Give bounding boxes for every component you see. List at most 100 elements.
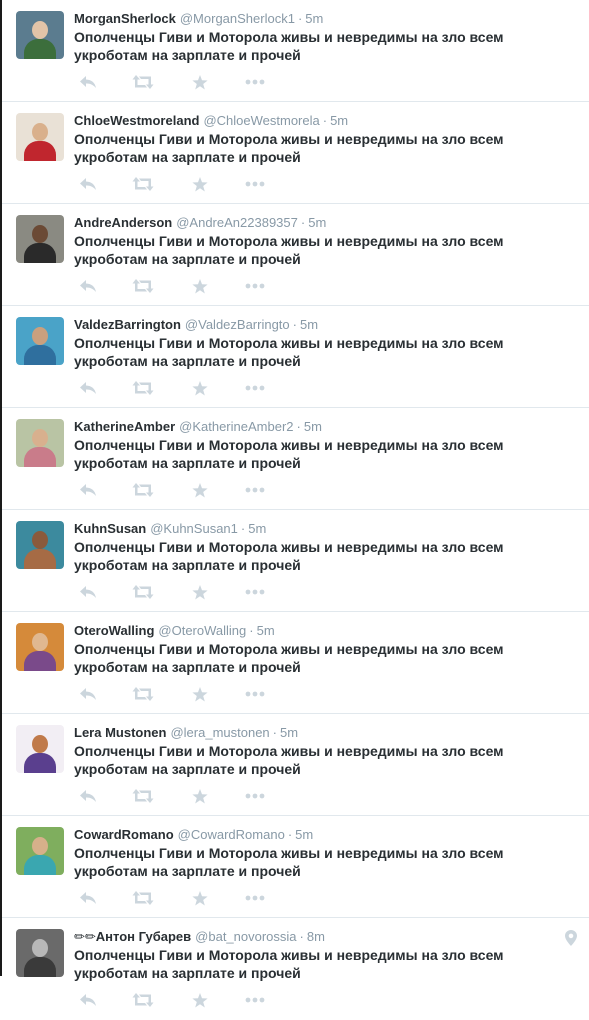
tweet-fullname[interactable]: Lera Mustonen — [74, 725, 166, 740]
favorite-star-icon[interactable] — [189, 888, 211, 908]
avatar[interactable] — [16, 623, 64, 671]
tweet-item[interactable]: KatherineAmber @KatherineAmber2 · 5m Ополче… — [2, 408, 589, 510]
avatar[interactable] — [16, 521, 64, 569]
tweet-fullname[interactable]: ValdezBarrington — [74, 317, 181, 332]
tweet-fullname[interactable]: ChloeWestmoreland — [74, 113, 199, 128]
reply-icon[interactable] — [77, 276, 99, 296]
more-options-icon[interactable] — [244, 72, 266, 92]
tweet-header: Lera Mustonen @lera_mustonen · 5m — [74, 724, 569, 741]
avatar[interactable] — [16, 827, 64, 875]
favorite-star-icon[interactable] — [189, 480, 211, 500]
tweet-username[interactable]: @KatherineAmber2 — [179, 419, 293, 434]
reply-icon[interactable] — [77, 786, 99, 806]
tweet-username[interactable]: @ValdezBarringto — [185, 317, 290, 332]
favorite-star-icon[interactable] — [189, 684, 211, 704]
avatar[interactable] — [16, 419, 64, 467]
map-pin-icon[interactable] — [565, 930, 577, 951]
tweet-username[interactable]: @KuhnSusan1 — [150, 521, 238, 536]
reply-icon[interactable] — [77, 480, 99, 500]
tweet-item[interactable]: CowardRomano @CowardRomano · 5m Ополченцы Г… — [2, 816, 589, 918]
reply-icon[interactable] — [77, 684, 99, 704]
tweet-timestamp[interactable]: 5m — [257, 623, 275, 638]
tweet-username[interactable]: @CowardRomano — [178, 827, 285, 842]
tweet-fullname[interactable]: KatherineAmber — [74, 419, 175, 434]
avatar[interactable] — [16, 929, 64, 977]
tweet-item[interactable]: KuhnSusan @KuhnSusan1 · 5m Ополченцы Гиви и… — [2, 510, 589, 612]
tweet-username[interactable]: @MorganSherlock1 — [180, 11, 295, 26]
tweet-timestamp[interactable]: 8m — [307, 929, 325, 944]
meta-separator: · — [287, 827, 293, 842]
retweet-icon[interactable] — [132, 72, 154, 92]
avatar-head-shape — [32, 327, 48, 345]
avatar[interactable] — [16, 113, 64, 161]
tweet-fullname[interactable]: CowardRomano — [74, 827, 174, 842]
reply-icon[interactable] — [77, 72, 99, 92]
tweet-header: OteroWalling @OteroWalling · 5m — [74, 622, 569, 639]
tweet-item[interactable]: ChloeWestmoreland @ChloeWestmorela · 5m Опо… — [2, 102, 589, 204]
tweet-timestamp[interactable]: 5m — [280, 725, 298, 740]
tweet-timestamp[interactable]: 5m — [308, 215, 326, 230]
tweet-item[interactable]: MorganSherlock @MorganSherlock1 · 5m Ополче… — [2, 0, 589, 102]
avatar[interactable] — [16, 11, 64, 59]
more-options-icon[interactable] — [244, 786, 266, 806]
more-options-icon[interactable] — [244, 684, 266, 704]
tweet-timestamp[interactable]: 5m — [330, 113, 348, 128]
more-options-icon[interactable] — [244, 888, 266, 908]
tweet-username[interactable]: @OteroWalling — [158, 623, 246, 638]
tweet-timestamp[interactable]: 5m — [295, 827, 313, 842]
more-options-icon[interactable] — [244, 480, 266, 500]
tweet-timestamp[interactable]: 5m — [305, 11, 323, 26]
more-options-icon[interactable] — [244, 378, 266, 398]
tweet-fullname[interactable]: AndreAnderson — [74, 215, 172, 230]
retweet-icon[interactable] — [132, 888, 154, 908]
tweet-item[interactable]: ValdezBarrington @ValdezBarringto · 5m Опол… — [2, 306, 589, 408]
more-options-icon[interactable] — [244, 990, 266, 1010]
favorite-star-icon[interactable] — [189, 990, 211, 1010]
retweet-icon[interactable] — [132, 174, 154, 194]
reply-icon[interactable] — [77, 378, 99, 398]
avatar[interactable] — [16, 215, 64, 263]
avatar[interactable] — [16, 317, 64, 365]
favorite-star-icon[interactable] — [189, 72, 211, 92]
more-options-icon[interactable] — [244, 582, 266, 602]
tweet-username[interactable]: @lera_mustonen — [170, 725, 269, 740]
favorite-star-icon[interactable] — [189, 582, 211, 602]
tweet-fullname[interactable]: OteroWalling — [74, 623, 154, 638]
tweet-timestamp[interactable]: 5m — [248, 521, 266, 536]
avatar[interactable] — [16, 725, 64, 773]
meta-separator: · — [300, 215, 306, 230]
retweet-icon[interactable] — [132, 582, 154, 602]
tweet-text: Ополченцы Гиви и Моторола живы и невреди… — [74, 641, 504, 675]
favorite-star-icon[interactable] — [189, 786, 211, 806]
tweet-item[interactable]: OteroWalling @OteroWalling · 5m Ополченцы Г… — [2, 612, 589, 714]
retweet-icon[interactable] — [132, 276, 154, 296]
retweet-icon[interactable] — [132, 480, 154, 500]
tweet-username[interactable]: @ChloeWestmorela — [203, 113, 319, 128]
retweet-icon[interactable] — [132, 684, 154, 704]
retweet-icon[interactable] — [132, 378, 154, 398]
retweet-icon[interactable] — [132, 990, 154, 1010]
tweet-fullname[interactable]: MorganSherlock — [74, 11, 176, 26]
reply-icon[interactable] — [77, 174, 99, 194]
avatar-body-shape — [24, 549, 56, 569]
tweet-username[interactable]: @bat_novorossia — [195, 929, 296, 944]
favorite-star-icon[interactable] — [189, 378, 211, 398]
favorite-star-icon[interactable] — [189, 174, 211, 194]
retweet-icon[interactable] — [132, 786, 154, 806]
more-options-icon[interactable] — [244, 276, 266, 296]
tweet-item[interactable]: ✏✏Антон Губарев @bat_novorossia · 8m Ополче… — [2, 918, 589, 1020]
tweet-fullname[interactable]: ✏✏Антон Губарев — [74, 929, 191, 944]
reply-icon[interactable] — [77, 888, 99, 908]
tweet-fullname[interactable]: KuhnSusan — [74, 521, 146, 536]
reply-icon[interactable] — [77, 990, 99, 1010]
favorite-star-icon[interactable] — [189, 276, 211, 296]
tweet-item[interactable]: AndreAnderson @AndreAn22389357 · 5m Ополчен… — [2, 204, 589, 306]
tweet-header: ✏✏Антон Губарев @bat_novorossia · 8m — [74, 928, 569, 945]
tweet-timestamp[interactable]: 5m — [300, 317, 318, 332]
avatar-body-shape — [24, 855, 56, 875]
more-options-icon[interactable] — [244, 174, 266, 194]
tweet-item[interactable]: Lera Mustonen @lera_mustonen · 5m Ополченцы… — [2, 714, 589, 816]
tweet-username[interactable]: @AndreAn22389357 — [176, 215, 298, 230]
reply-icon[interactable] — [77, 582, 99, 602]
tweet-timestamp[interactable]: 5m — [304, 419, 322, 434]
